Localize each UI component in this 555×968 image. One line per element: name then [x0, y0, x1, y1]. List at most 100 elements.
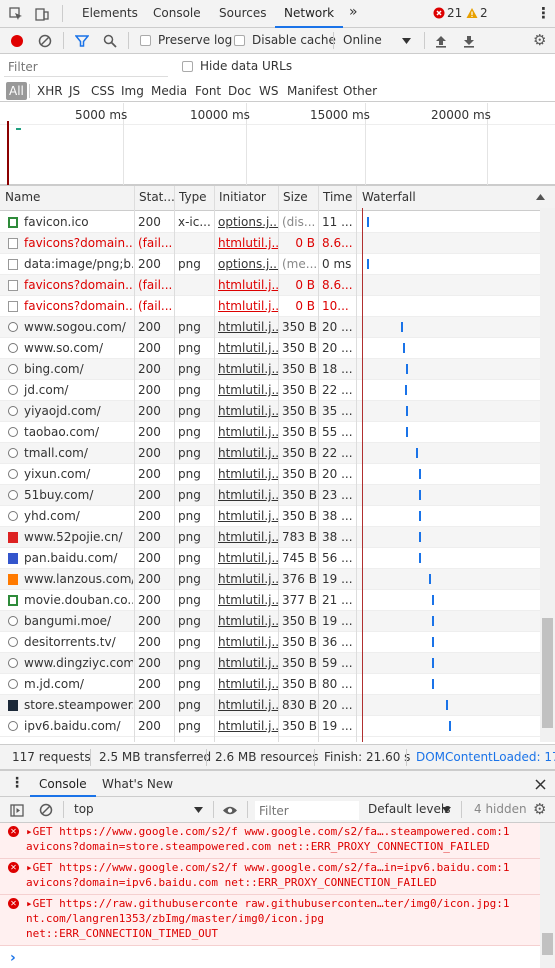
drawer-menu-icon[interactable]: ⋮	[10, 775, 24, 791]
table-row[interactable]: favicons?domain... (fail... htmlutil.j... 0…	[0, 296, 540, 317]
cell-initiator[interactable]: htmlutil.j...	[214, 359, 278, 379]
preserve-log-label[interactable]: Preserve log	[158, 33, 232, 47]
cell-initiator[interactable]: htmlutil.j...	[214, 569, 278, 589]
overview-timeline[interactable]: 5000 ms 10000 ms 15000 ms 20000 ms	[0, 103, 555, 185]
console-scrollbar[interactable]	[540, 823, 555, 968]
disable-cache-checkbox[interactable]	[234, 35, 245, 46]
clear-icon[interactable]	[37, 33, 53, 49]
console-error-message[interactable]: ✕ ▸GET https://www.google.com/s2/f www.go…	[0, 859, 540, 895]
tab-sources[interactable]: Sources	[210, 0, 275, 27]
table-row[interactable]: yiyaojd.com/200 png htmlutil.j... 350 B 35 .…	[0, 401, 540, 422]
type-xhr[interactable]: XHR	[34, 82, 66, 100]
console-error-message[interactable]: ✕ ▸GET https://www.google.com/s2/f www.go…	[0, 823, 540, 859]
console-error-message[interactable]: ✕ ▸GET https://raw.githubuserconte raw.gi…	[0, 895, 540, 946]
clear-console-icon[interactable]	[38, 802, 54, 818]
inspect-element-icon[interactable]	[7, 5, 25, 23]
table-row[interactable]: m.jd.com/200 png htmlutil.j... 350 B 80 ...	[0, 674, 540, 695]
col-time[interactable]: Time	[318, 186, 356, 208]
table-row[interactable]: 51buy.com/200 png htmlutil.j... 350 B 23 ...	[0, 485, 540, 506]
cell-initiator[interactable]: htmlutil.j...	[214, 674, 278, 694]
cell-initiator[interactable]: htmlutil.j...	[214, 275, 278, 295]
table-row[interactable]: jd.com/200 png htmlutil.j... 350 B 22 ...	[0, 380, 540, 401]
throttling-select[interactable]: Online	[343, 33, 382, 47]
console-gear-icon[interactable]: ⚙	[533, 800, 546, 818]
cell-initiator[interactable]: htmlutil.j...	[214, 611, 278, 631]
table-row[interactable]: favicons?domain... (fail... htmlutil.j... 0…	[0, 275, 540, 296]
chevron-down-icon[interactable]	[441, 805, 451, 815]
cell-initiator[interactable]: htmlutil.j...	[214, 716, 278, 736]
table-row[interactable]: favicons?domain... (fail... htmlutil.j... 0…	[0, 233, 540, 254]
close-icon[interactable]	[533, 777, 547, 791]
type-all[interactable]: All	[6, 82, 27, 100]
cell-initiator[interactable]: htmlutil.j...	[214, 653, 278, 673]
type-doc[interactable]: Doc	[225, 82, 254, 100]
device-toolbar-icon[interactable]	[33, 5, 51, 23]
type-manifest[interactable]: Manifest	[284, 82, 341, 100]
table-row[interactable]: taobao.com/200 png htmlutil.j... 350 B 55 ..…	[0, 422, 540, 443]
sidebar-toggle-icon[interactable]	[9, 802, 25, 818]
preserve-log-checkbox[interactable]	[140, 35, 151, 46]
tab-elements[interactable]: Elements	[73, 0, 147, 27]
warning-count[interactable]: 2	[480, 6, 488, 20]
cell-initiator[interactable]: htmlutil.j...	[214, 464, 278, 484]
table-scrollbar[interactable]	[540, 208, 555, 742]
console-filter-input[interactable]	[255, 801, 359, 820]
export-har-icon[interactable]	[461, 33, 477, 49]
cell-initiator[interactable]: htmlutil.j...	[214, 695, 278, 715]
table-row[interactable]: ipv6.baidu.com/200 png htmlutil.j... 350 B 1…	[0, 716, 540, 737]
cell-initiator[interactable]: htmlutil.j...	[214, 422, 278, 442]
table-row[interactable]: yixun.com/200 png htmlutil.j... 350 B 20 ...	[0, 464, 540, 485]
cell-initiator[interactable]: htmlutil.j...	[214, 506, 278, 526]
import-har-icon[interactable]	[433, 33, 449, 49]
table-row[interactable]: desitorrents.tv/200 png htmlutil.j... 350 B…	[0, 632, 540, 653]
warning-icon[interactable]	[466, 7, 478, 19]
col-size[interactable]: Size	[278, 186, 318, 208]
cell-initiator[interactable]: htmlutil.j...	[214, 632, 278, 652]
table-row[interactable]: www.dingziyc.com/200 png htmlutil.j... 350 …	[0, 653, 540, 674]
cell-initiator[interactable]: options.j...	[214, 254, 278, 274]
col-waterfall[interactable]: Waterfall	[357, 186, 527, 208]
context-select[interactable]: top	[74, 802, 94, 816]
tab-console[interactable]: Console	[144, 0, 210, 27]
type-ws[interactable]: WS	[256, 82, 281, 100]
type-img[interactable]: Img	[118, 82, 147, 100]
cell-initiator[interactable]: htmlutil.j...	[214, 443, 278, 463]
table-row[interactable]: www.sogou.com/200 png htmlutil.j... 350 B 20…	[0, 317, 540, 338]
drawer-tab-console[interactable]: Console	[30, 771, 96, 797]
cell-initiator[interactable]: htmlutil.j...	[214, 590, 278, 610]
type-js[interactable]: JS	[66, 82, 83, 100]
table-row[interactable]: movie.douban.co... 200 png htmlutil.j... 377…	[0, 590, 540, 611]
col-initiator[interactable]: Initiator	[214, 186, 278, 208]
table-row[interactable]: www.52pojie.cn/200 png htmlutil.j... 783 B 3…	[0, 527, 540, 548]
search-icon[interactable]	[102, 33, 118, 49]
table-row[interactable]: bing.com/200 png htmlutil.j... 350 B 18 ...	[0, 359, 540, 380]
log-levels-select[interactable]: Default levels	[368, 802, 450, 816]
table-row[interactable]: store.steampower... 200 png htmlutil.j... 83…	[0, 695, 540, 716]
console-scrollbar-thumb[interactable]	[542, 933, 553, 955]
table-row[interactable]: favicon.ico 200 x-ic... options.j... (dis...…	[0, 212, 540, 233]
cell-initiator[interactable]: htmlutil.j...	[214, 527, 278, 547]
gear-icon[interactable]: ⚙	[533, 31, 546, 49]
cell-initiator[interactable]: htmlutil.j...	[214, 296, 278, 316]
chevron-down-icon[interactable]	[193, 805, 203, 815]
cell-initiator[interactable]: htmlutil.j...	[214, 401, 278, 421]
cell-initiator[interactable]: htmlutil.j...	[214, 233, 278, 253]
sort-up-icon[interactable]	[535, 192, 545, 202]
type-other[interactable]: Other	[340, 82, 380, 100]
hide-data-urls-label[interactable]: Hide data URLs	[200, 59, 292, 73]
col-name[interactable]: Name	[0, 186, 134, 208]
col-type[interactable]: Type	[174, 186, 214, 208]
table-row[interactable]: tmall.com/200 png htmlutil.j... 350 B 22 ...	[0, 443, 540, 464]
table-row[interactable]: bangumi.moe/200 png htmlutil.j... 350 B 19 .…	[0, 611, 540, 632]
col-status[interactable]: Stat...	[134, 186, 174, 208]
eye-icon[interactable]	[221, 802, 239, 818]
cell-initiator[interactable]: options.j...	[214, 212, 278, 232]
table-row[interactable]: www.lanzous.com/200 png htmlutil.j... 376 B…	[0, 569, 540, 590]
console-prompt[interactable]: ›	[10, 950, 16, 966]
type-css[interactable]: CSS	[88, 82, 118, 100]
cell-initiator[interactable]: htmlutil.j...	[214, 485, 278, 505]
customize-menu-icon[interactable]: ⋮	[536, 4, 551, 22]
hide-data-urls-checkbox[interactable]	[182, 61, 193, 72]
error-count[interactable]: 21	[447, 6, 462, 20]
disable-cache-label[interactable]: Disable cache	[252, 33, 336, 47]
